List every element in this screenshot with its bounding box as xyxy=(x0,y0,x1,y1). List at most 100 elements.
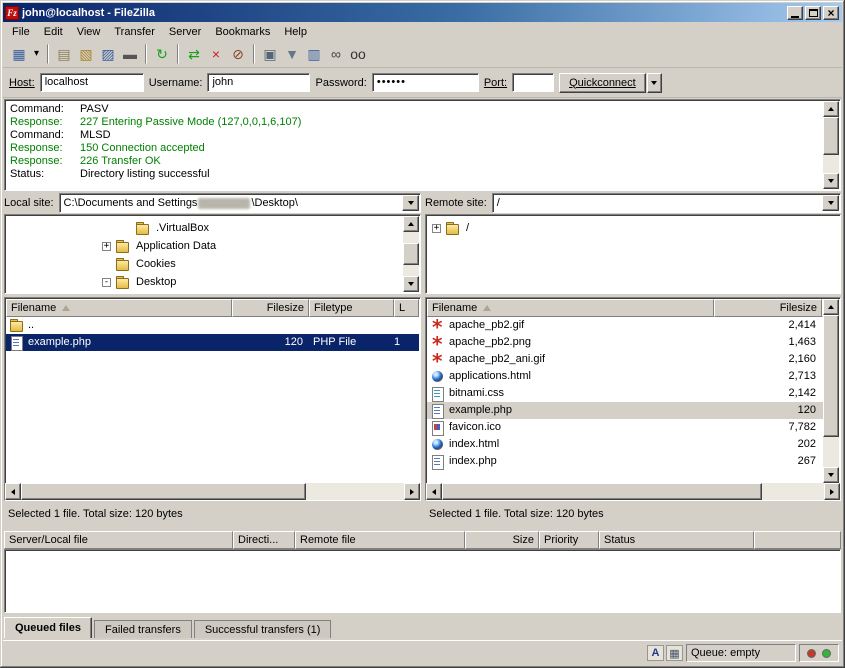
toolbar-separator xyxy=(253,44,255,64)
maximize-button[interactable] xyxy=(805,6,821,20)
remote-tree-toggle-icon[interactable]: ▨ xyxy=(97,43,119,65)
remote-site-combo[interactable]: / xyxy=(492,193,841,213)
local-hscrollbar[interactable] xyxy=(5,483,420,500)
local-tree-toggle-icon[interactable]: ▧ xyxy=(75,43,97,65)
file-row[interactable]: applications.html 2,713 xyxy=(427,368,823,385)
menu-item[interactable]: View xyxy=(70,24,108,40)
scroll-right-button[interactable] xyxy=(824,483,840,500)
process-queue-icon[interactable]: ⇄ xyxy=(183,43,205,65)
scroll-left-button[interactable] xyxy=(5,483,21,500)
reconnect-icon[interactable]: ▣ xyxy=(259,43,281,65)
file-row[interactable]: apache_pb2_ani.gif 2,160 xyxy=(427,351,823,368)
compare-icon[interactable]: ▥ xyxy=(303,43,325,65)
scroll-down-button[interactable] xyxy=(823,467,839,483)
log-scrollbar[interactable] xyxy=(823,101,839,189)
scroll-down-button[interactable] xyxy=(823,173,839,189)
scroll-down-button[interactable] xyxy=(403,276,419,292)
tree-item[interactable]: .VirtualBox xyxy=(6,219,402,237)
queue-column-header[interactable]: Priority xyxy=(539,531,599,549)
tree-expander[interactable]: + xyxy=(102,242,111,251)
filter-icon[interactable]: ▼ xyxy=(281,43,303,65)
tree-item[interactable]: Cookies xyxy=(6,255,402,273)
remote-vscrollbar[interactable] xyxy=(823,299,839,483)
local-tree-scrollbar[interactable] xyxy=(403,216,419,292)
php-icon xyxy=(9,336,24,349)
column-header[interactable]: Filetype xyxy=(309,299,394,317)
file-row[interactable]: example.php 120 xyxy=(427,402,823,419)
column-header[interactable]: L xyxy=(394,299,419,317)
scroll-thumb[interactable] xyxy=(442,483,762,500)
sync-browsing-icon[interactable]: ∞ xyxy=(325,43,347,65)
toolbar-glyph: ∞ xyxy=(331,47,341,61)
menu-item[interactable]: Bookmarks xyxy=(208,24,277,40)
port-input[interactable] xyxy=(512,73,554,92)
file-size: 267 xyxy=(714,453,822,470)
menu-item[interactable]: Transfer xyxy=(107,24,162,40)
quickconnect-dropdown[interactable] xyxy=(647,73,662,93)
window-title: john@localhost - FileZilla xyxy=(22,7,787,19)
file-row[interactable]: apache_pb2.png 1,463 xyxy=(427,334,823,351)
tree-expander[interactable]: + xyxy=(432,224,441,233)
toolbar-separator xyxy=(177,44,179,64)
file-row[interactable]: index.php 267 xyxy=(427,453,823,470)
ascii-type-icon: A xyxy=(647,645,664,661)
column-header[interactable]: Filesize xyxy=(232,299,309,317)
menu-item[interactable]: Help xyxy=(277,24,314,40)
menu-item[interactable]: File xyxy=(5,24,37,40)
disconnect-icon[interactable]: ⊘ xyxy=(227,43,249,65)
column-header[interactable]: Filesize xyxy=(714,299,822,317)
cancel-icon[interactable]: × xyxy=(205,43,227,65)
file-row[interactable]: apache_pb2.gif 2,414 xyxy=(427,317,823,334)
password-input[interactable]: •••••• xyxy=(372,73,479,92)
queue-column-header[interactable]: Directi... xyxy=(233,531,295,549)
tree-expander[interactable]: - xyxy=(102,278,111,287)
remote-hscrollbar[interactable] xyxy=(426,483,840,500)
queue-header: Server/Local fileDirecti...Remote fileSi… xyxy=(4,531,841,549)
site-manager-dropdown-icon[interactable]: ▾ xyxy=(30,43,43,65)
site-manager-icon[interactable]: ▦ xyxy=(8,43,30,65)
tree-item[interactable]: -Desktop xyxy=(6,273,402,291)
file-row[interactable]: index.html 202 xyxy=(427,436,823,453)
queue-column-header[interactable]: Server/Local file xyxy=(4,531,233,549)
transfer-queue-toggle-icon[interactable]: ▬ xyxy=(119,43,141,65)
scroll-thumb[interactable] xyxy=(403,243,419,265)
scroll-thumb[interactable] xyxy=(21,483,306,500)
tree-item[interactable]: +/ xyxy=(427,219,822,237)
file-row[interactable]: .. xyxy=(6,317,419,334)
scroll-up-button[interactable] xyxy=(403,216,419,232)
scroll-left-button[interactable] xyxy=(426,483,442,500)
remote-site-dropdown[interactable] xyxy=(822,195,839,211)
message-log-toggle-icon[interactable]: ▤ xyxy=(53,43,75,65)
file-row[interactable]: bitnami.css 2,142 xyxy=(427,385,823,402)
refresh-icon[interactable]: ↻ xyxy=(151,43,173,65)
scroll-up-button[interactable] xyxy=(823,101,839,117)
queue-tab[interactable]: Successful transfers (1) xyxy=(194,620,332,638)
queue-column-header[interactable]: Remote file xyxy=(295,531,465,549)
close-button[interactable]: × xyxy=(823,6,839,20)
scroll-thumb[interactable] xyxy=(823,315,839,437)
scroll-thumb[interactable] xyxy=(823,117,839,155)
quickconnect-group: Quickconnect xyxy=(559,73,662,93)
remote-site-row: Remote site: / xyxy=(425,193,841,213)
file-name: apache_pb2_ani.gif xyxy=(449,351,545,368)
queue-column-header[interactable]: Size xyxy=(465,531,539,549)
file-row[interactable]: example.php 120 PHP File 1 xyxy=(6,334,419,351)
minimize-button[interactable] xyxy=(787,6,803,20)
menu-item[interactable]: Server xyxy=(162,24,208,40)
tree-item[interactable]: +Application Data xyxy=(6,237,402,255)
host-input[interactable]: localhost xyxy=(40,73,144,92)
queue-tab[interactable]: Failed transfers xyxy=(94,620,192,638)
find-icon[interactable]: oo xyxy=(347,43,369,65)
file-row[interactable]: favicon.ico 7,782 xyxy=(427,419,823,436)
scroll-right-button[interactable] xyxy=(404,483,420,500)
local-site-dropdown[interactable] xyxy=(402,195,419,211)
username-input[interactable]: john xyxy=(207,73,310,92)
column-header[interactable]: Filename xyxy=(427,299,714,317)
menu-item[interactable]: Edit xyxy=(37,24,70,40)
queue-tab[interactable]: Queued files xyxy=(4,617,92,638)
local-site-combo[interactable]: C:\Documents and Settings\Desktop\ xyxy=(59,193,421,213)
quickconnect-button[interactable]: Quickconnect xyxy=(559,73,646,93)
scroll-up-button[interactable] xyxy=(823,299,839,315)
queue-column-header[interactable]: Status xyxy=(599,531,754,549)
column-header[interactable]: Filename xyxy=(6,299,232,317)
